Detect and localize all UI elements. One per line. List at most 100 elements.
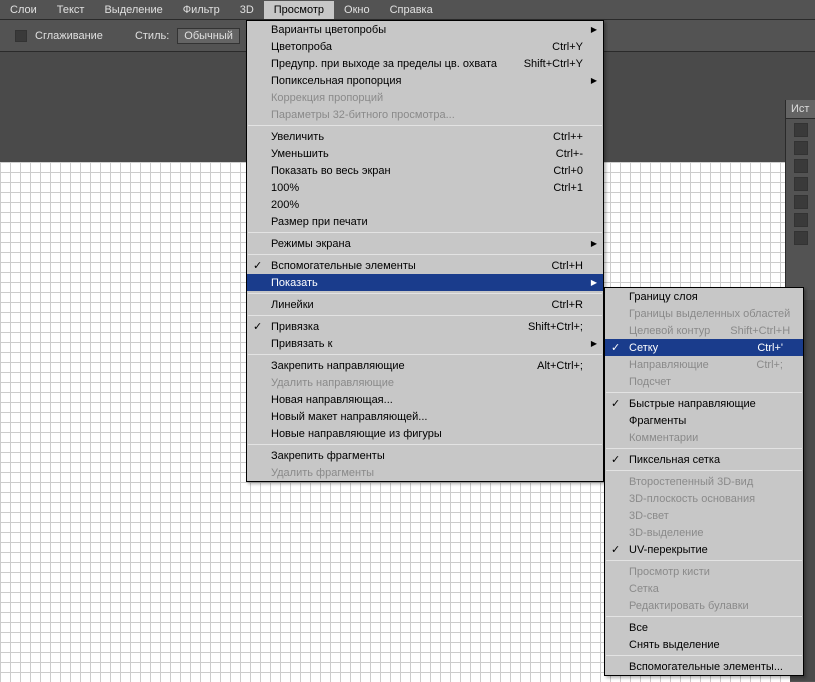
menu-item[interactable]: Варианты цветопробы▶ [247, 21, 603, 38]
menu-item[interactable]: Снять выделение [605, 636, 803, 653]
menu-separator [606, 470, 802, 471]
menu-item-label: Новый макет направляющей... [271, 411, 427, 423]
menu-item[interactable]: ✓Пиксельная сетка [605, 451, 803, 468]
style-label: Стиль: [135, 30, 169, 42]
menu-item[interactable]: Новые направляющие из фигуры [247, 425, 603, 442]
menu-item-label: Закрепить направляющие [271, 360, 405, 372]
menu-item-label: Размер при печати [271, 216, 368, 228]
menu-item[interactable]: Цветопроба Ctrl+Y [247, 38, 603, 55]
panel-swatch[interactable] [794, 195, 808, 209]
menu-item-label: Новые направляющие из фигуры [271, 428, 442, 440]
menu-item[interactable]: Режимы экрана▶ [247, 235, 603, 252]
menu-layers[interactable]: Слои [0, 1, 47, 19]
menu-item-label: Подсчет [629, 376, 671, 388]
panel-swatch[interactable] [794, 213, 808, 227]
menu-item: Второстепенный 3D-вид [605, 473, 803, 490]
panel-swatch[interactable] [794, 159, 808, 173]
menu-item-label: 3D-плоскость основания [629, 493, 755, 505]
submenu-arrow-icon: ▶ [591, 76, 597, 85]
menu-item-label: Новая направляющая... [271, 394, 393, 406]
menu-item[interactable]: УвеличитьCtrl++ [247, 128, 603, 145]
menu-item[interactable]: Размер при печати [247, 213, 603, 230]
menu-separator [248, 125, 602, 126]
menu-item: 3D-свет [605, 507, 803, 524]
check-icon: ✓ [611, 341, 620, 354]
menu-item[interactable]: 100%Ctrl+1 [247, 179, 603, 196]
history-tab[interactable]: Ист [786, 100, 815, 119]
check-icon: ✓ [611, 543, 620, 556]
menu-item-label: 200% [271, 199, 299, 211]
menu-item[interactable]: 200% [247, 196, 603, 213]
menu-item[interactable]: УменьшитьCtrl+- [247, 145, 603, 162]
menu-item: Коррекция пропорций [247, 89, 603, 106]
menu-separator [606, 448, 802, 449]
smoothing-checkbox[interactable] [15, 30, 27, 42]
menu-item-label: Все [629, 622, 648, 634]
menu-item-label: Границу слоя [629, 291, 698, 303]
menu-item[interactable]: Вспомогательные элементы... [605, 658, 803, 675]
menu-item-label: Границы выделенных областей [629, 308, 790, 320]
menu-item-label: Комментарии [629, 432, 698, 444]
menu-item-label: Варианты цветопробы [271, 24, 386, 36]
menu-item-label: Снять выделение [629, 639, 720, 651]
menu-item-label: Предупр. при выходе за пределы цв. охват… [271, 58, 497, 70]
menu-help[interactable]: Справка [380, 1, 443, 19]
menu-item[interactable]: Закрепить направляющиеAlt+Ctrl+; [247, 357, 603, 374]
menu-item: НаправляющиеCtrl+; [605, 356, 803, 373]
menu-separator [248, 232, 602, 233]
menu-item-label: Параметры 32-битного просмотра... [271, 109, 455, 121]
menu-separator [248, 254, 602, 255]
menu-item[interactable]: ✓ПривязкаShift+Ctrl+; [247, 318, 603, 335]
menu-item[interactable]: Новый макет направляющей... [247, 408, 603, 425]
menu-item[interactable]: Фрагменты [605, 412, 803, 429]
menu-filter[interactable]: Фильтр [173, 1, 230, 19]
menu-text[interactable]: Текст [47, 1, 95, 19]
menu-separator [606, 616, 802, 617]
submenu-arrow-icon: ▶ [591, 239, 597, 248]
panel-swatch[interactable] [794, 177, 808, 191]
menu-shortcut: Ctrl++ [533, 131, 583, 143]
menu-item[interactable]: ✓Вспомогательные элементыCtrl+H [247, 257, 603, 274]
menu-item-label: Вспомогательные элементы... [629, 661, 783, 673]
menu-item[interactable]: ✓Быстрые направляющие [605, 395, 803, 412]
menu-item[interactable]: Показать▶ [247, 274, 603, 291]
menu-item-label: Показать во весь экран [271, 165, 391, 177]
menu-item[interactable]: Закрепить фрагменты [247, 447, 603, 464]
menu-item[interactable]: ✓СеткуCtrl+' [605, 339, 803, 356]
menu-view[interactable]: Просмотр [264, 1, 334, 19]
menu-window[interactable]: Окно [334, 1, 380, 19]
menu-item[interactable]: Новая направляющая... [247, 391, 603, 408]
menu-item-label: 100% [271, 182, 299, 194]
menu-item: 3D-выделение [605, 524, 803, 541]
menu-item-label: Коррекция пропорций [271, 92, 383, 104]
menu-item-label: Второстепенный 3D-вид [629, 476, 753, 488]
menu-shortcut: Ctrl+Y [532, 41, 583, 53]
menu-item-label: UV-перекрытие [629, 544, 708, 556]
menu-item[interactable]: Все [605, 619, 803, 636]
menu-item-label: Показать [271, 277, 318, 289]
panel-swatch[interactable] [794, 123, 808, 137]
menu-item-label: Сетку [629, 342, 658, 354]
menu-separator [248, 444, 602, 445]
panel-swatch[interactable] [794, 141, 808, 155]
menu-item[interactable]: Предупр. при выходе за пределы цв. охват… [247, 55, 603, 72]
menu-item: Удалить направляющие [247, 374, 603, 391]
menu-3d[interactable]: 3D [230, 1, 264, 19]
menu-item-label: Цветопроба [271, 41, 332, 53]
menu-item[interactable]: ЛинейкиCtrl+R [247, 296, 603, 313]
menu-item[interactable]: Попиксельная пропорция▶ [247, 72, 603, 89]
smoothing-label: Сглаживание [35, 30, 103, 42]
menu-item[interactable]: Привязать к▶ [247, 335, 603, 352]
menu-shortcut: Shift+Ctrl+; [508, 321, 583, 333]
panel-swatch[interactable] [794, 231, 808, 245]
menu-item[interactable]: Границу слоя [605, 288, 803, 305]
style-dropdown[interactable]: Обычный [177, 28, 240, 44]
menu-item: Просмотр кисти [605, 563, 803, 580]
menu-item-label: Уменьшить [271, 148, 329, 160]
menu-select[interactable]: Выделение [94, 1, 172, 19]
menu-item[interactable]: ✓ UV-перекрытие [605, 541, 803, 558]
view-menu: Варианты цветопробы▶ЦветопробаCtrl+YПред… [246, 20, 604, 482]
menu-item-label: Пиксельная сетка [629, 454, 720, 466]
menu-item[interactable]: Показать во весь экранCtrl+0 [247, 162, 603, 179]
check-icon: ✓ [253, 259, 262, 272]
